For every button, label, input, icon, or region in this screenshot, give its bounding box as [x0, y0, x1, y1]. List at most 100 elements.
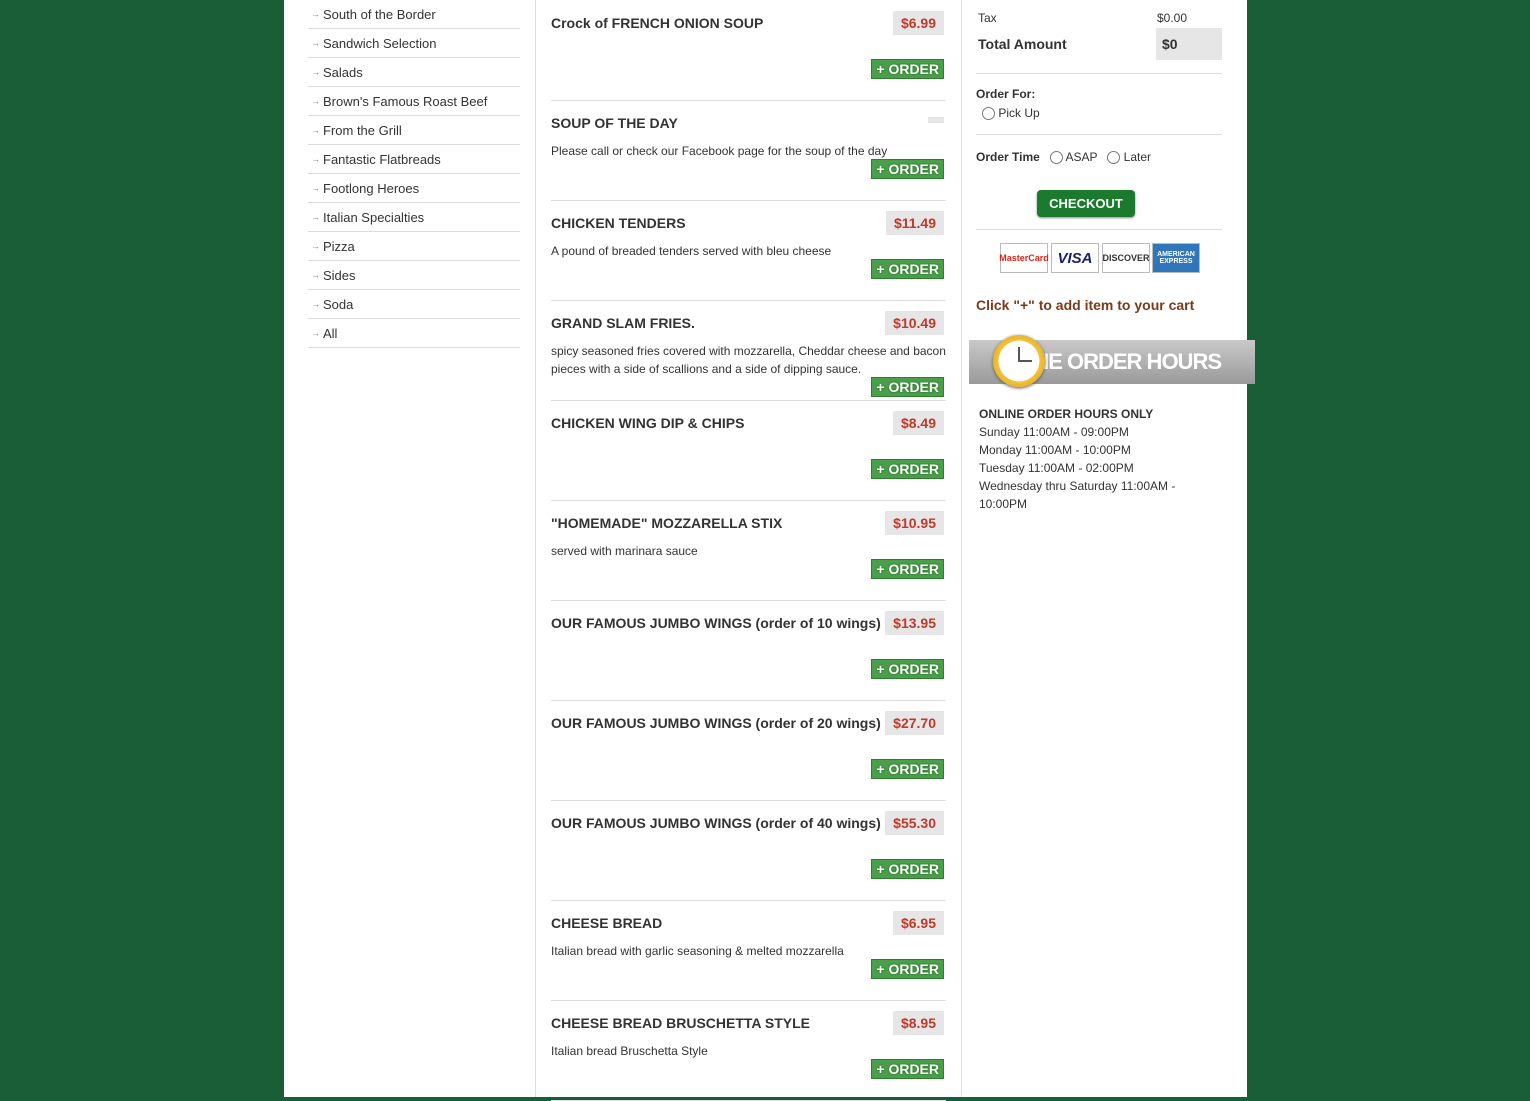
item-price: $8.49	[892, 411, 944, 435]
menu-item: CHEESE BREAD $6.95 Italian bread with garl…	[551, 900, 946, 1001]
category-label: Pizza	[323, 238, 355, 254]
order-button[interactable]: + ORDER	[871, 1059, 944, 1079]
category-list: → South of the Border → Sandwich Selection →…	[308, 0, 520, 348]
category-label: Fantastic Flatbreads	[323, 151, 441, 167]
arrow-icon: →	[311, 67, 320, 77]
item-price: $8.95	[892, 1011, 944, 1035]
category-item[interactable]: → From the Grill	[308, 116, 520, 145]
order-button[interactable]: + ORDER	[871, 377, 944, 397]
item-name: SOUP OF THE DAY	[551, 115, 678, 131]
order-button[interactable]: + ORDER	[871, 259, 944, 279]
order-button[interactable]: + ORDER	[871, 459, 944, 479]
menu-item: SOUP OF THE DAY Please call or check our …	[551, 100, 946, 201]
order-hours: ONLINE ORDER HOURS ONLY Sunday 11:00AM -…	[979, 405, 1189, 513]
page-container: → South of the Border → Sandwich Selection →…	[284, 0, 1255, 1101]
category-label: Footlong Heroes	[323, 180, 420, 196]
menu-item: OUR FAMOUS JUMBO WINGS (order of 40 wing…	[551, 800, 946, 901]
menu-item: GRAND SLAM FRIES. $10.49 spicy seasoned fr…	[551, 300, 946, 401]
order-button[interactable]: + ORDER	[871, 159, 944, 179]
arrow-icon: →	[311, 96, 320, 106]
item-name: "HOMEMADE" MOZZARELLA STIX	[551, 515, 783, 531]
item-name: OUR FAMOUS JUMBO WINGS (order of 40 wing…	[551, 815, 881, 831]
pickup-option[interactable]: Pick Up	[982, 106, 1040, 121]
item-price: $10.49	[885, 311, 944, 335]
later-radio[interactable]	[1107, 151, 1121, 165]
hours-line: Monday 11:00AM - 10:00PM	[979, 443, 1131, 457]
item-name: OUR FAMOUS JUMBO WINGS (order of 10 wing…	[551, 615, 881, 631]
arrow-icon: →	[311, 212, 320, 222]
total-label: Total Amount	[978, 36, 1067, 52]
arrow-icon: →	[311, 299, 320, 309]
order-time-row: Order Time ASAP Later	[976, 150, 1151, 165]
item-price	[928, 117, 944, 123]
item-price: $13.95	[885, 611, 944, 635]
category-item[interactable]: → South of the Border	[308, 0, 520, 29]
hours-line: Wednesday thru Saturday 11:00AM - 10:00P…	[979, 479, 1176, 511]
order-button[interactable]: + ORDER	[871, 759, 944, 779]
add-item-hint: Click "+" to add item to your cart	[976, 297, 1195, 313]
checkout-button[interactable]: CHECKOUT	[1037, 190, 1135, 217]
order-button[interactable]: + ORDER	[871, 859, 944, 879]
order-button[interactable]: + ORDER	[871, 559, 944, 579]
order-button[interactable]: + ORDER	[871, 959, 944, 979]
item-price: $55.30	[885, 811, 944, 835]
category-item[interactable]: → Soda	[308, 290, 520, 319]
menu-item: Crock of FRENCH ONION SOUP $6.99 + ORDER	[551, 0, 946, 101]
arrow-icon: →	[311, 9, 320, 19]
arrow-icon: →	[311, 125, 320, 135]
menu-item: "HOMEMADE" MOZZARELLA STIX $10.95 served w…	[551, 500, 946, 601]
clock-icon	[993, 335, 1045, 387]
item-description: A pound of breaded tenders served with b…	[551, 244, 832, 258]
item-description: Please call or check our Facebook page f…	[551, 144, 888, 158]
category-label: All	[323, 325, 338, 341]
arrow-icon: →	[311, 154, 320, 164]
divider	[976, 73, 1222, 74]
category-label: Soda	[323, 296, 354, 312]
category-label: Brown's Famous Roast Beef	[323, 93, 488, 109]
hours-line: Tuesday 11:00AM - 02:00PM	[979, 461, 1134, 475]
category-label: From the Grill	[323, 122, 402, 138]
menu-item: OUR FAMOUS JUMBO WINGS (order of 10 wing…	[551, 600, 946, 701]
category-label: Salads	[323, 64, 363, 80]
category-item[interactable]: → Italian Specialties	[308, 203, 520, 232]
arrow-icon: →	[311, 241, 320, 251]
category-label: South of the Border	[323, 6, 436, 22]
visa-icon: VISA	[1051, 243, 1099, 273]
item-name: CHICKEN TENDERS	[551, 215, 686, 231]
category-item[interactable]: → Pizza	[308, 232, 520, 261]
item-name: GRAND SLAM FRIES.	[551, 315, 695, 331]
item-price: $10.95	[885, 511, 944, 535]
hours-lines: Sunday 11:00AM - 09:00PM Monday 11:00AM -…	[979, 423, 1189, 513]
item-name: CHEESE BREAD	[551, 915, 663, 931]
item-description: Italian bread Bruschetta Style	[551, 1044, 708, 1058]
category-item[interactable]: → Brown's Famous Roast Beef	[308, 87, 520, 116]
asap-radio[interactable]	[1049, 151, 1063, 165]
order-button[interactable]: + ORDER	[871, 59, 944, 79]
left-divider	[535, 0, 536, 1097]
pickup-label: Pick Up	[998, 106, 1040, 120]
right-divider	[961, 0, 962, 1097]
tax-label: Tax	[978, 11, 997, 25]
menu-item: OUR FAMOUS JUMBO WINGS (order of 20 wing…	[551, 700, 946, 801]
item-price: $6.99	[892, 11, 944, 35]
order-button[interactable]: + ORDER	[871, 659, 944, 679]
category-label: Italian Specialties	[323, 209, 425, 225]
mastercard-icon: MasterCard	[999, 243, 1049, 273]
order-time-label: Order Time	[976, 150, 1040, 164]
category-item[interactable]: → Footlong Heroes	[308, 174, 520, 203]
category-item[interactable]: → All	[308, 319, 520, 348]
divider	[976, 229, 1222, 230]
tax-value: $0.00	[1157, 11, 1188, 25]
category-item[interactable]: → Sandwich Selection	[308, 29, 520, 58]
category-item[interactable]: → Fantastic Flatbreads	[308, 145, 520, 174]
item-description: Italian bread with garlic seasoning & me…	[551, 944, 844, 958]
arrow-icon: →	[311, 270, 320, 280]
hours-line: Sunday 11:00AM - 09:00PM	[979, 425, 1129, 439]
amex-icon: AMERICAN EXPRESS	[1152, 243, 1200, 273]
category-item[interactable]: → Salads	[308, 58, 520, 87]
menu-item: CHEESE BREAD BRUSCHETTA STYLE $8.95 Italia…	[551, 1000, 946, 1101]
category-item[interactable]: → Sides	[308, 261, 520, 290]
item-name: CHEESE BREAD BRUSCHETTA STYLE	[551, 1015, 811, 1031]
discover-icon: DISCOVER	[1102, 243, 1150, 273]
pickup-radio[interactable]	[982, 107, 995, 121]
